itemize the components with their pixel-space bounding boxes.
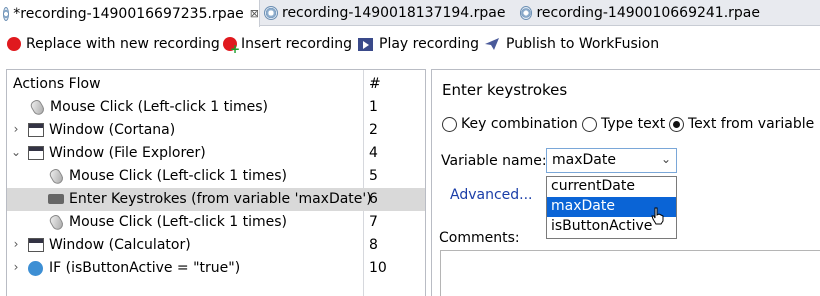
actions-flow-column-header[interactable]: Actions Flow <box>13 76 101 92</box>
dropdown-option-currentdate[interactable]: currentDate <box>547 177 676 197</box>
panel-title: Enter keystrokes <box>442 81 568 99</box>
publish-icon <box>485 38 499 50</box>
radio-label: Text from variable <box>688 116 815 132</box>
row-label: IF (isButtonActive = "true") <box>49 260 241 276</box>
insert-recording-label: Insert recording <box>241 36 352 52</box>
tab-label: *recording-1490016697235.rpae <box>13 5 244 22</box>
row-label: Window (File Explorer) <box>49 145 206 161</box>
tree-row-enter-keystrokes[interactable]: Enter Keystrokes (from variable 'maxDate… <box>7 188 425 211</box>
variable-name-label: Variable name: <box>441 153 547 169</box>
tree-row-if-condition[interactable]: › IF (isButtonActive = "true") 10 <box>7 257 425 280</box>
row-label: Mouse Click (Left-click 1 times) <box>50 99 269 115</box>
row-label: Mouse Click (Left-click 1 times) <box>69 214 288 230</box>
window-icon <box>28 146 44 160</box>
radio-circle[interactable] <box>442 116 457 132</box>
publish-button[interactable]: Publish to WorkFusion <box>484 36 659 52</box>
chevron-down-icon[interactable]: ⌄ <box>661 152 671 166</box>
type-text-radio[interactable]: Type text <box>582 116 665 132</box>
expand-chevron-icon[interactable]: › <box>11 237 21 251</box>
recording-file-icon <box>3 6 10 21</box>
recording-file-icon <box>264 6 278 20</box>
row-label: Window (Calculator) <box>49 237 191 253</box>
tab-label: recording-1490010669241.rpae <box>536 5 760 21</box>
row-label: Enter Keystrokes (from variable 'maxDate… <box>69 191 372 207</box>
collapse-chevron-icon[interactable]: ⌄ <box>11 145 21 159</box>
row-number: 7 <box>369 214 378 230</box>
comments-label: Comments: <box>439 230 520 246</box>
expand-chevron-icon[interactable]: › <box>11 260 21 274</box>
publish-label: Publish to WorkFusion <box>506 36 660 52</box>
window-icon <box>28 123 44 137</box>
row-number: 2 <box>369 122 378 138</box>
row-number: 10 <box>369 260 387 276</box>
window-icon <box>28 238 44 252</box>
play-recording-button[interactable]: Play recording <box>358 36 479 52</box>
tab-recording-1490010669241[interactable]: recording-1490010669241.rpae <box>520 0 760 26</box>
row-label: Mouse Click (Left-click 1 times) <box>69 168 288 184</box>
mouse-icon <box>47 213 66 232</box>
row-number: 1 <box>369 99 378 115</box>
tab-recording-1490018137194[interactable]: recording-1490018137194.rpae <box>264 0 514 26</box>
row-number: 5 <box>369 168 378 184</box>
mouse-icon <box>28 98 47 117</box>
radio-label: Type text <box>601 116 666 132</box>
comments-textarea[interactable] <box>440 250 820 296</box>
insert-record-icon <box>223 37 240 56</box>
radio-label: Key combination <box>461 116 578 132</box>
tab-recording-1490016697235[interactable]: *recording-1490016697235.rpae ⊠ <box>0 0 260 27</box>
tree-row-mouse-click-1[interactable]: Mouse Click (Left-click 1 times) 1 <box>7 96 425 119</box>
tree-row-window-cortana[interactable]: › Window (Cortana) 2 <box>7 119 425 142</box>
variable-name-select[interactable]: maxDate ⌄ <box>546 148 677 173</box>
row-number: 8 <box>369 237 378 253</box>
row-number: 6 <box>369 191 378 207</box>
editor-tab-bar: *recording-1490016697235.rpae ⊠ recordin… <box>0 0 820 27</box>
actions-flow-panel: Actions Flow # Mouse Click (Left-click 1… <box>6 69 426 296</box>
replace-recording-label: Replace with new recording <box>26 36 220 52</box>
advanced-link[interactable]: Advanced... <box>450 187 533 203</box>
recording-toolbar: Replace with new recording Insert record… <box>0 27 820 64</box>
row-number: 4 <box>369 145 378 161</box>
recording-editor-window: *recording-1490016697235.rpae ⊠ recordin… <box>0 0 820 296</box>
number-column-header[interactable]: # <box>369 76 381 92</box>
key-combination-radio[interactable]: Key combination <box>442 116 578 132</box>
radio-circle-checked[interactable] <box>669 116 684 132</box>
record-icon <box>7 37 21 51</box>
tree-row-mouse-click-7[interactable]: Mouse Click (Left-click 1 times) 7 <box>7 211 425 234</box>
mouse-icon <box>47 167 66 186</box>
hand-cursor-icon <box>651 207 664 225</box>
keyboard-icon <box>48 194 64 204</box>
play-icon <box>358 37 373 51</box>
insert-recording-button[interactable]: Insert recording <box>223 36 352 56</box>
replace-recording-button[interactable]: Replace with new recording <box>7 36 220 52</box>
keystroke-properties-panel: Enter keystrokes Key combination Type te… <box>431 69 820 296</box>
tree-row-window-file-explorer[interactable]: ⌄ Window (File Explorer) 4 <box>7 142 425 165</box>
tree-row-window-calculator[interactable]: › Window (Calculator) 8 <box>7 234 425 257</box>
radio-circle[interactable] <box>582 116 597 132</box>
if-condition-icon <box>28 261 43 276</box>
play-recording-label: Play recording <box>379 36 480 52</box>
tab-label: recording-1490018137194.rpae <box>282 5 506 21</box>
tree-row-mouse-click-5[interactable]: Mouse Click (Left-click 1 times) 5 <box>7 165 425 188</box>
text-from-variable-radio[interactable]: Text from variable <box>669 116 814 132</box>
selected-variable: maxDate <box>552 152 616 168</box>
recording-file-icon <box>520 6 533 20</box>
expand-chevron-icon[interactable]: › <box>11 122 21 136</box>
row-label: Window (Cortana) <box>49 122 176 138</box>
close-tab-icon[interactable]: ⊠ <box>250 7 259 20</box>
